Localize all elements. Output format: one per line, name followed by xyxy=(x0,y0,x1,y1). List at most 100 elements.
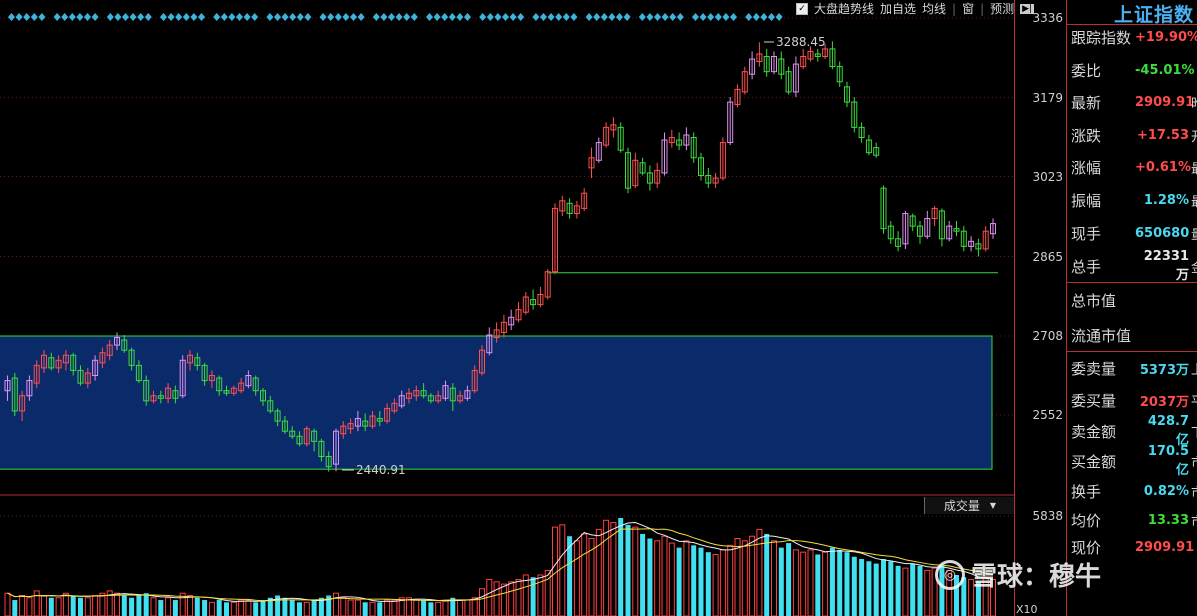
volume-bar xyxy=(837,549,843,616)
signal-diamond-icon xyxy=(646,13,654,21)
quote-row-suffix: 上 xyxy=(1191,359,1197,378)
volume-bar xyxy=(421,600,427,616)
signal-diamond-icon xyxy=(334,13,342,21)
volume-bar xyxy=(698,547,704,616)
signal-diamond-icon xyxy=(570,13,578,21)
signal-diamond-icon xyxy=(274,13,281,21)
volume-bar xyxy=(70,595,76,616)
volume-bar xyxy=(881,559,886,616)
volume-bar xyxy=(712,553,719,616)
quote-row-label: 均价 xyxy=(1071,511,1102,530)
signal-diamond-icon xyxy=(669,13,677,21)
signal-diamond-icon xyxy=(410,13,418,21)
signal-diamond-icon xyxy=(547,13,555,21)
quote-row: 委比 -45.01% xyxy=(1071,55,1197,85)
volume-bar xyxy=(888,561,894,616)
volume-bar xyxy=(216,600,222,616)
volume-bar xyxy=(749,535,756,616)
price-axis: 3336 3179 3023 2865 2708 2552 5838 xyxy=(1014,0,1067,616)
low-price-annotation: 2440.91 xyxy=(356,463,406,477)
signal-diamond-icon xyxy=(509,13,517,21)
volume-bar xyxy=(719,549,726,616)
signal-diamond-icon xyxy=(555,13,563,21)
quote-row-suffix: 昨 xyxy=(1191,93,1197,112)
add-watch-button[interactable]: 加自选 xyxy=(880,0,916,17)
volume-bar xyxy=(384,599,391,616)
volume-bar xyxy=(442,599,449,616)
volume-bar xyxy=(289,600,295,616)
signal-diamond-icon xyxy=(395,13,403,21)
toolbar-divider: | xyxy=(980,1,985,16)
volume-multiplier: X10 xyxy=(1016,603,1038,616)
low-price-value: 2440.91 xyxy=(356,463,406,477)
volume-bar xyxy=(260,600,266,616)
trendline-checkbox[interactable]: ✓ xyxy=(796,2,808,15)
signal-diamond-icon xyxy=(441,13,449,21)
volume-bar xyxy=(464,599,471,616)
signal-diamond-icon xyxy=(266,13,274,21)
volume-bar xyxy=(515,579,522,616)
kline-canvas[interactable] xyxy=(0,0,1014,616)
volume-selector-label: 成交量 xyxy=(943,499,980,513)
signal-diamond-icon xyxy=(730,13,737,21)
high-price-value: 3288.45 xyxy=(776,35,826,49)
volume-bar xyxy=(303,601,310,616)
signal-diamond-icon xyxy=(616,13,623,21)
signal-diamond-icon xyxy=(745,13,753,21)
price-tick: 3023 xyxy=(1032,170,1063,184)
signal-diamond-icon xyxy=(380,13,388,21)
quote-row-value: 0.82% xyxy=(1143,483,1189,499)
quote-row: 最新 2909.91昨 xyxy=(1071,87,1197,117)
signal-diamond-icon xyxy=(38,13,46,21)
kline-chart[interactable] xyxy=(0,0,1014,616)
quote-row-value: 22331万 xyxy=(1143,249,1189,283)
signal-diamond-icon xyxy=(433,13,441,21)
quote-row-value: 2909.91 xyxy=(1135,539,1195,555)
signal-diamond-icon xyxy=(319,13,327,21)
quote-row: 均价 13.33市 xyxy=(1071,505,1197,535)
signal-diamond-icon xyxy=(464,13,471,21)
volume-bar xyxy=(282,597,288,616)
quote-row-label: 最新 xyxy=(1071,93,1102,112)
volume-bar xyxy=(165,597,172,616)
signal-diamond-icon xyxy=(137,13,145,21)
quote-row-value: 5373万 xyxy=(1139,362,1189,378)
signal-diamond-icon xyxy=(494,13,502,21)
forecast-button[interactable]: 预测 xyxy=(990,0,1014,17)
trendline-label[interactable]: 大盘趋势线 xyxy=(814,0,874,17)
volume-bar xyxy=(508,581,515,616)
volume-bar xyxy=(55,597,62,616)
price-tick: 3179 xyxy=(1032,91,1063,105)
volume-bar xyxy=(19,594,26,616)
quote-row-label: 现手 xyxy=(1071,224,1102,243)
signal-diamond-icon xyxy=(76,13,84,21)
volume-bar xyxy=(33,590,40,616)
window-button[interactable]: 窗 xyxy=(962,0,974,17)
volume-bar xyxy=(866,561,872,616)
volume-bar xyxy=(311,600,317,616)
quote-row-label: 委买量 xyxy=(1071,391,1117,410)
volume-bar xyxy=(618,518,624,616)
quote-row: 流通市值 xyxy=(1071,320,1197,350)
divider xyxy=(1067,351,1197,352)
volume-bar xyxy=(851,556,857,616)
quote-row-suffix: 平 xyxy=(1191,391,1197,410)
xueqiu-logo-icon: ◎ xyxy=(935,559,965,590)
quote-row-value: -45.01% xyxy=(1135,62,1195,78)
volume-bar xyxy=(902,567,909,616)
volume-bar xyxy=(391,599,398,616)
price-tick: 3336 xyxy=(1032,11,1063,25)
signal-diamond-icon xyxy=(357,13,365,21)
volume-bar xyxy=(647,538,653,616)
volume-bar xyxy=(347,599,354,616)
signal-diamond-icon xyxy=(129,13,137,21)
quote-row-value: 650680 xyxy=(1135,225,1190,241)
ma-line-button[interactable]: 均线 xyxy=(922,0,946,17)
divider xyxy=(1067,282,1197,283)
volume-bar xyxy=(573,540,580,616)
quote-row-label: 委卖量 xyxy=(1071,359,1117,378)
signal-diamond-icon xyxy=(114,13,122,21)
quote-row: 换手 0.82%市 xyxy=(1071,476,1197,506)
volume-indicator-selector[interactable]: 成交量 ▼ xyxy=(924,497,1015,514)
volume-bar xyxy=(559,524,566,616)
